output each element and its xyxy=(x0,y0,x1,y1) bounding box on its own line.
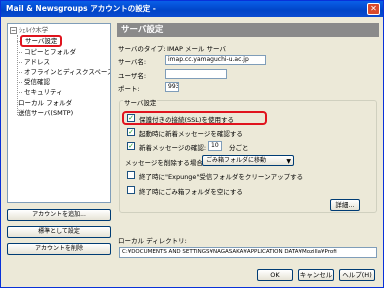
empty-trash-label: 終了時にごみ箱フォルダを空にする xyxy=(139,188,243,196)
user-name-field[interactable] xyxy=(165,69,227,79)
tree-connector xyxy=(17,72,22,73)
window-title: Mail & Newsgroups アカウントの設定 - xyxy=(6,4,156,13)
use-ssl-checkbox[interactable]: ✓ xyxy=(127,114,135,122)
server-name-field[interactable]: imap.cc.yamaguchi-u.ac.jp xyxy=(165,55,266,65)
server-name-label: サーバ名: xyxy=(118,58,147,66)
server-type-label: サーバのタイプ: xyxy=(118,45,166,53)
user-name-label: ユーザ名: xyxy=(118,72,147,80)
tree-connector xyxy=(17,52,22,53)
close-icon[interactable]: ✕ xyxy=(367,3,380,15)
on-delete-dropdown[interactable]: ごみ箱フォルダに移動 ▼ xyxy=(202,155,294,166)
local-dir-label: ローカル ディレクトリ: xyxy=(118,237,187,245)
collapse-icon[interactable]: − xyxy=(10,27,17,34)
port-field[interactable]: 993 xyxy=(165,82,179,92)
tree-item-local-folders[interactable]: ローカル フォルダ xyxy=(18,98,72,108)
on-delete-selected: ごみ箱フォルダに移動 xyxy=(206,157,267,164)
expunge-checkbox[interactable] xyxy=(127,171,135,179)
check-startup-checkbox[interactable]: ✓ xyxy=(127,128,135,136)
port-label: ポート: xyxy=(118,85,140,93)
check-startup-label: 起動時に新着メッセージを確認する xyxy=(139,130,243,138)
set-default-button[interactable]: 標準として設定 xyxy=(7,226,111,238)
advanced-button[interactable]: 詳細... xyxy=(330,199,360,211)
check-every-label: 新着メッセージの確認: xyxy=(139,144,207,152)
help-button[interactable]: ヘルプ(H) xyxy=(339,269,375,281)
tree-item-return-receipts[interactable]: 受信確認 xyxy=(24,77,50,87)
check-every-minutes-field[interactable]: 10 xyxy=(208,141,222,151)
tree-item-outgoing-server[interactable]: 送信サーバ(SMTP) xyxy=(18,108,73,118)
tree-item-copies-folders[interactable]: コピーとフォルダ xyxy=(24,47,76,57)
tree-connector xyxy=(17,62,22,63)
tree-connector xyxy=(17,82,22,83)
delete-account-button[interactable]: アカウントを削除 xyxy=(7,243,111,255)
ok-button[interactable]: OK xyxy=(257,269,293,281)
local-dir-field[interactable]: C:¥DOCUMENTS AND SETTINGS¥NAGASAKA¥APPLI… xyxy=(119,247,377,258)
check-every-unit: 分ごと xyxy=(229,144,249,152)
server-settings-group-title: サーバ設定 xyxy=(123,97,158,107)
title-bar: Mail & Newsgroups アカウントの設定 - ✕ xyxy=(1,1,383,17)
account-tree: − ｼｪﾙｲｸ木学 サーバ設定 コピーとフォルダ アドレス オフラインとディスク… xyxy=(7,23,111,203)
account-settings-window: Mail & Newsgroups アカウントの設定 - ✕ − ｼｪﾙｲｸ木学… xyxy=(0,0,384,288)
add-account-button[interactable]: アカウントを追加... xyxy=(7,209,111,221)
tree-item-security[interactable]: セキュリティ xyxy=(24,87,63,97)
tree-account-root[interactable]: ｼｪﾙｲｸ木学 xyxy=(19,25,48,35)
empty-trash-checkbox[interactable] xyxy=(127,186,135,194)
server-type-value: IMAP メール サーバ xyxy=(167,45,226,53)
chevron-down-icon: ▼ xyxy=(286,158,291,165)
on-delete-label: メッセージを削除する場合: xyxy=(125,159,206,167)
cancel-button[interactable]: キャンセル xyxy=(298,269,334,281)
tree-item-server-settings[interactable]: サーバ設定 xyxy=(20,35,63,47)
tree-item-offline-disk[interactable]: オフラインとディスクスペース xyxy=(24,67,110,77)
tree-connector xyxy=(17,92,22,93)
check-every-checkbox[interactable]: ✓ xyxy=(127,142,135,150)
use-ssl-label: 保護付きの接続(SSL)を使用する xyxy=(139,116,234,124)
expunge-label: 終了時に"Expunge"受信フォルダをクリーンアップする xyxy=(139,173,304,181)
panel-title: サーバ設定 xyxy=(117,23,379,37)
tree-item-addressing[interactable]: アドレス xyxy=(24,57,50,67)
